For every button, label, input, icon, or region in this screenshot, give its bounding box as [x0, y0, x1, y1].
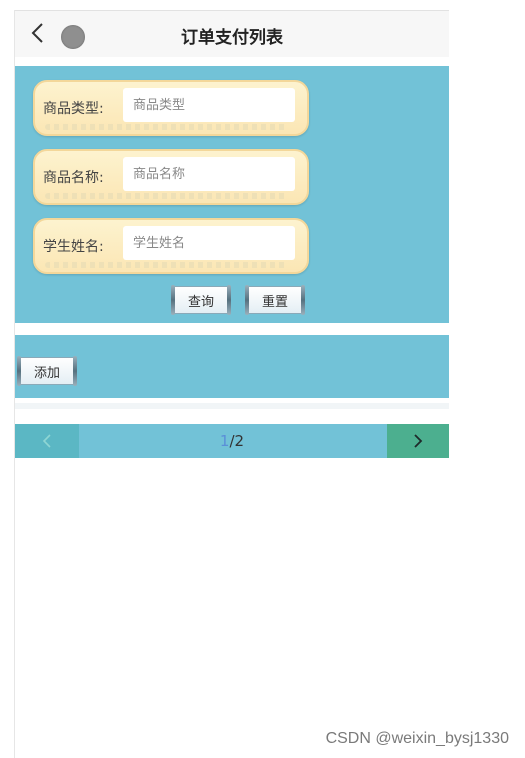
search-field-product-type: 商品类型: [33, 80, 309, 136]
scroll-decoration [45, 124, 287, 130]
chevron-right-icon [414, 434, 423, 448]
page-indicator: 1/2 [15, 432, 449, 450]
field-label: 商品类型: [43, 101, 104, 117]
divider [15, 403, 449, 409]
scroll-decoration [45, 193, 287, 199]
next-page-button[interactable] [387, 424, 449, 458]
app-screen: 订单支付列表 商品类型: 商品名称: 学生姓名: 查询 重置 添加 1/2 [14, 10, 449, 758]
total-pages: /2 [229, 432, 245, 450]
field-label: 学生姓名: [43, 239, 104, 255]
search-field-product-name: 商品名称: [33, 149, 309, 205]
watermark: CSDN @weixin_bysj1330 [325, 730, 509, 747]
field-label: 商品名称: [43, 170, 104, 186]
search-field-student-name: 学生姓名: [33, 218, 309, 274]
action-panel: 添加 [15, 335, 449, 398]
student-name-input[interactable] [123, 226, 295, 260]
reset-button[interactable]: 重置 [245, 285, 305, 315]
add-button[interactable]: 添加 [17, 356, 77, 386]
page-title: 订单支付列表 [181, 28, 283, 48]
search-panel: 商品类型: 商品名称: 学生姓名: 查询 重置 [15, 66, 449, 323]
pagination: 1/2 [15, 424, 449, 458]
scroll-decoration [45, 262, 287, 268]
product-name-input[interactable] [123, 157, 295, 191]
query-button[interactable]: 查询 [171, 285, 231, 315]
product-type-input[interactable] [123, 88, 295, 122]
top-bar: 订单支付列表 [15, 10, 449, 57]
